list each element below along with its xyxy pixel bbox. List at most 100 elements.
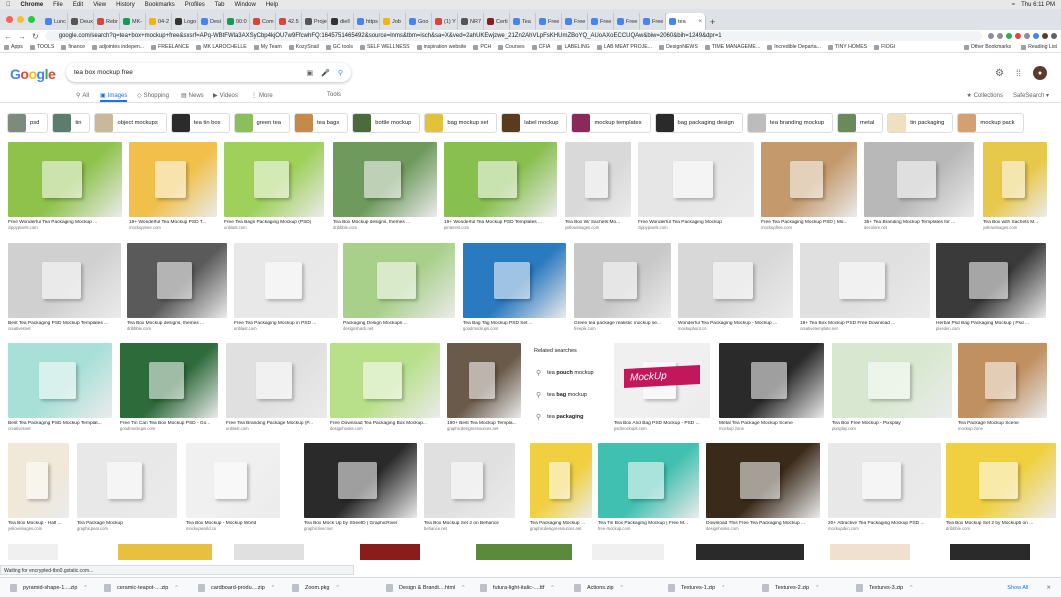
image-thumbnail[interactable] (444, 142, 557, 217)
image-thumbnail[interactable] (234, 243, 338, 318)
browser-tab[interactable]: Free (536, 13, 562, 30)
bookmark-item[interactable]: Reading List (1021, 44, 1057, 50)
image-result[interactable]: 190+ Best Tea Mockup Templa... graphicdes… (447, 343, 521, 431)
new-tab-button[interactable]: + (706, 13, 719, 30)
chevron-up-icon[interactable]: ⌃ (174, 585, 178, 591)
image-result[interactable]: Herbal Psd Bag Packaging Mockup | Psd ..… (936, 243, 1046, 331)
browser-tab[interactable]: Job (380, 13, 406, 30)
image-thumbnail[interactable] (706, 443, 820, 518)
extension-icon[interactable] (997, 33, 1003, 39)
related-chip[interactable]: bag mockup set (424, 113, 498, 133)
download-item[interactable]: ceramic-teapot-....zip ⌃ (104, 583, 198, 592)
related-chip[interactable]: metal (837, 113, 884, 133)
browser-tab[interactable]: https (354, 13, 380, 30)
menu-bookmarks[interactable]: Bookmarks (145, 2, 175, 8)
image-result[interactable]: Wonderful Tea Packaging Mockup - Mockup … (678, 243, 793, 331)
image-thumbnail[interactable] (800, 243, 930, 318)
image-result[interactable]: 20+ Attractive Tea Packaging Mockup PSD … (828, 443, 941, 531)
browser-tab[interactable]: 04-2 (146, 13, 172, 30)
image-thumbnail[interactable] (678, 243, 793, 318)
image-thumbnail[interactable] (638, 142, 754, 217)
image-thumbnail[interactable] (333, 142, 437, 217)
related-search-item[interactable]: ⚲ tea pouch mockup (528, 362, 612, 384)
related-chip[interactable]: psd (7, 113, 49, 133)
tab-more[interactable]: ⋮ More (251, 92, 273, 100)
image-thumbnail-partial[interactable] (234, 544, 304, 560)
image-thumbnail[interactable] (8, 243, 121, 318)
bookmark-item[interactable]: FIOGI (874, 44, 895, 50)
menu-file[interactable]: File (53, 2, 63, 8)
image-result[interactable]: Tea Box Mockup designs, themes ... dribbb… (333, 142, 437, 230)
image-result[interactable]: Tea Box W/ Sachets Mo... yellowimages.com (565, 142, 631, 230)
image-thumbnail[interactable] (983, 142, 1047, 217)
gear-icon[interactable]: ⚙ (995, 68, 1004, 79)
browser-tab[interactable]: Lunc (42, 13, 68, 30)
image-result[interactable]: Tea Box with Sachets M... yellowimages.co… (983, 142, 1047, 230)
image-result[interactable]: Packaging Design Mockups ... designshack.… (343, 243, 455, 331)
image-result[interactable]: MockUp Tea Box And Bag PSD Mockup - PSD .… (614, 343, 710, 431)
safesearch-link[interactable]: SafeSearch ▾ (1013, 92, 1049, 99)
related-search-item[interactable]: ⚲ tea packaging (528, 406, 612, 428)
image-thumbnail[interactable] (565, 142, 631, 217)
chevron-up-icon[interactable]: ⌃ (461, 585, 465, 591)
download-item[interactable]: Actions.zip ⌃ (574, 583, 668, 592)
bookmark-item[interactable]: Other Bookmarks (963, 44, 1011, 50)
close-window-button[interactable] (6, 16, 13, 23)
browser-tab[interactable]: Free (640, 13, 666, 30)
bookmark-item[interactable]: adjointes indepen... (92, 44, 144, 50)
image-thumbnail[interactable] (186, 443, 280, 518)
image-result[interactable]: Free Download Tea Packaging Box Mockup..… (330, 343, 440, 431)
url-bar[interactable]: google.com/search?q=tea+box+mockup+free&… (44, 31, 982, 41)
browser-tab[interactable]: Certi (484, 13, 510, 30)
close-downloads-icon[interactable]: ✕ (1046, 585, 1051, 591)
related-chip[interactable]: bag packaging design (654, 113, 743, 133)
bookmark-item[interactable]: LABELING (557, 44, 590, 50)
bookmark-item[interactable]: Courses (498, 44, 525, 50)
bookmark-item[interactable]: TINY HOMES (827, 44, 867, 50)
image-result[interactable]: Tea Box Mock Up by StreetD | GraphicRive… (304, 443, 417, 531)
bookmark-item[interactable]: GC tools (325, 44, 353, 50)
menu-kebab-icon[interactable] (1051, 33, 1057, 39)
browser-tab[interactable]: 42.5 (276, 13, 302, 30)
browser-tab[interactable]: Free (588, 13, 614, 30)
related-chip[interactable]: tin (52, 113, 91, 133)
image-thumbnail-partial[interactable] (592, 544, 664, 560)
browser-tab[interactable]: Tea (510, 13, 536, 30)
bookmark-item[interactable]: Apps (4, 44, 23, 50)
browser-tab-active[interactable]: tea × (666, 13, 706, 30)
camera-icon[interactable]: ▣ (307, 69, 314, 77)
bookmark-item[interactable]: inspiration website (416, 44, 466, 50)
image-result[interactable]: Free Wonderful Tea Packaging Mockup ... z… (8, 142, 122, 230)
image-thumbnail[interactable] (226, 343, 327, 418)
download-item[interactable]: Design & Brandi....html ⌃ (386, 583, 480, 592)
related-chip[interactable]: mockup pack (957, 113, 1024, 133)
bookmark-item[interactable]: My Team (253, 44, 282, 50)
download-item[interactable]: Zoom.pkg ⌃ (292, 583, 386, 592)
download-item[interactable]: Textures-2.zip ⌃ (762, 583, 856, 592)
image-thumbnail-partial[interactable] (476, 544, 572, 560)
collections-link[interactable]: ★ Collections (967, 92, 1003, 99)
image-result[interactable]: Tea Box Mockup Set 2 by Mockup5 on ... dr… (946, 443, 1056, 531)
search-icon[interactable]: ⚲ (338, 69, 343, 77)
browser-tab[interactable]: 00:0 (224, 13, 250, 30)
related-chip[interactable]: label mockup (501, 113, 568, 133)
image-result[interactable]: Download This Free Tea Packaging Mockup … (706, 443, 820, 531)
image-result[interactable]: Best Tea Packaging PSD Mockup Templat...… (8, 343, 112, 431)
back-arrow-icon[interactable]: ← (4, 32, 12, 41)
image-result[interactable]: Free Tea Bags Packaging Mockup (PSD) unbl… (224, 142, 324, 230)
menu-history[interactable]: History (116, 2, 135, 8)
image-result[interactable]: Best Tea Packaging PSD Mockup Templates … (8, 243, 121, 331)
extension-icon[interactable] (988, 33, 994, 39)
image-thumbnail[interactable] (864, 142, 974, 217)
image-thumbnail[interactable] (330, 343, 440, 418)
download-item[interactable]: Textures-3.zip ⌃ (856, 583, 950, 592)
browser-tab[interactable]: Logo (172, 13, 198, 30)
bookmark-item[interactable]: DesignNEWS (659, 44, 698, 50)
image-result[interactable]: Tea Tin Box Packaging Mockup | Free M...… (598, 443, 699, 531)
image-result[interactable]: 19+ Wonderful Tea Mockup PSD Templates .… (444, 142, 557, 230)
image-result[interactable]: 19+ Wonderful Tea Mockup PSD T... mockupm… (129, 142, 217, 230)
browser-tab[interactable]: Proje (302, 13, 328, 30)
image-thumbnail[interactable] (832, 343, 952, 418)
download-item[interactable]: futura-light-italic-....ttf ⌃ (480, 583, 574, 592)
image-result[interactable]: Free Tea Packaging Mockup in PSD ... unbl… (234, 243, 338, 331)
